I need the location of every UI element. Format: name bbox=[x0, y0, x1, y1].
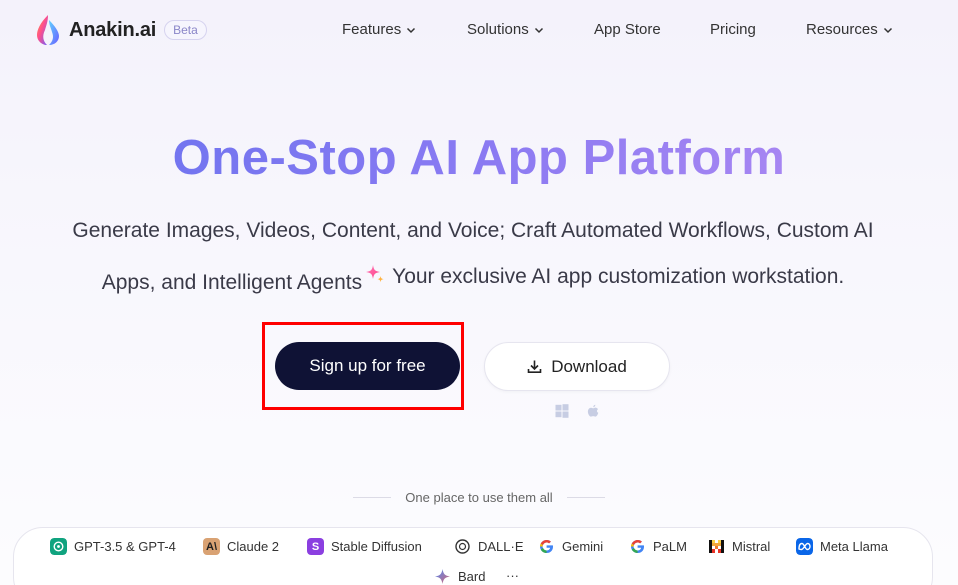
model-label: PaLM bbox=[653, 539, 687, 554]
menu-item-label: App Store bbox=[594, 21, 661, 38]
meta-icon bbox=[796, 538, 813, 555]
menu-item-features[interactable]: Features bbox=[342, 21, 416, 38]
chevron-down-icon bbox=[883, 27, 892, 33]
apple-icon[interactable] bbox=[586, 404, 600, 418]
model-item-stable-diffusion[interactable]: S Stable Diffusion bbox=[307, 538, 422, 555]
model-label: Bard bbox=[458, 569, 486, 584]
hero-title: One-Stop AI App Platform bbox=[0, 130, 958, 186]
openai-icon bbox=[50, 538, 67, 555]
more-icon: ··· bbox=[506, 568, 519, 583]
sparkle-icon bbox=[366, 265, 384, 283]
chevron-down-icon bbox=[407, 27, 416, 33]
menu-item-label: Solutions bbox=[467, 21, 529, 38]
menu-item-label: Features bbox=[342, 21, 402, 38]
model-label: DALL·E bbox=[478, 539, 524, 554]
download-label: Download bbox=[551, 356, 627, 376]
brand-name: Anakin.ai bbox=[69, 18, 157, 41]
model-item-mistral[interactable]: Mistral bbox=[708, 538, 770, 555]
hero-subtitle-line2: Apps, and Intelligent Agents Your exclus… bbox=[0, 263, 946, 294]
anthropic-icon: A\ bbox=[203, 538, 220, 555]
model-item-gemini[interactable]: Gemini bbox=[538, 538, 603, 555]
model-item-bard[interactable]: Bard bbox=[434, 568, 485, 585]
models-strip: GPT-3.5 & GPT-4 A\ Claude 2 S Stable Dif… bbox=[13, 527, 933, 585]
stable-diffusion-icon: S bbox=[307, 538, 324, 555]
signup-button[interactable]: Sign up for free bbox=[275, 342, 460, 390]
model-label: Gemini bbox=[562, 539, 604, 554]
hero-subtitle-part-a: Apps, and Intelligent Agents bbox=[101, 271, 363, 294]
model-item-gpt[interactable]: GPT-3.5 & GPT-4 bbox=[50, 538, 176, 555]
divider-line bbox=[353, 497, 392, 498]
chevron-down-icon bbox=[534, 27, 543, 33]
menu-item-label: Resources bbox=[806, 21, 878, 38]
beta-badge: Beta bbox=[164, 20, 207, 40]
more-models[interactable]: ··· bbox=[506, 568, 519, 583]
models-caption: One place to use them all bbox=[405, 490, 553, 505]
os-icons bbox=[555, 404, 617, 418]
google-icon bbox=[540, 540, 553, 553]
model-label: Stable Diffusion bbox=[331, 539, 422, 554]
google-icon bbox=[631, 540, 644, 553]
divider-line bbox=[566, 497, 605, 498]
model-item-claude[interactable]: A\ Claude 2 bbox=[203, 538, 279, 555]
menu-item-pricing[interactable]: Pricing bbox=[710, 21, 756, 38]
menu-item-resources[interactable]: Resources bbox=[806, 21, 893, 38]
menu-item-solutions[interactable]: Solutions bbox=[467, 21, 544, 38]
menu-item-label: Pricing bbox=[710, 21, 756, 38]
menu-item-app-store[interactable]: App Store bbox=[594, 21, 661, 38]
model-item-dalle[interactable]: DALL·E bbox=[454, 538, 524, 555]
hero-subtitle-part-b: Your exclusive AI app customization work… bbox=[392, 265, 845, 288]
model-label: Meta Llama bbox=[820, 539, 888, 554]
model-item-meta-llama[interactable]: Meta Llama bbox=[796, 538, 888, 555]
brand[interactable]: Anakin.ai Beta bbox=[36, 14, 207, 46]
windows-icon[interactable] bbox=[555, 404, 569, 418]
model-label: Mistral bbox=[732, 539, 771, 554]
bard-icon bbox=[435, 569, 450, 584]
hero-subtitle-line1: Generate Images, Videos, Content, and Vo… bbox=[72, 219, 874, 242]
download-button[interactable]: Download bbox=[484, 342, 670, 391]
mistral-icon bbox=[709, 540, 724, 553]
models-caption-row: One place to use them all bbox=[0, 490, 958, 505]
top-nav: Anakin.ai Beta Features Solutions App St… bbox=[0, 0, 958, 62]
model-item-palm[interactable]: PaLM bbox=[629, 538, 687, 555]
openai-icon bbox=[455, 539, 470, 554]
download-icon bbox=[527, 360, 542, 373]
model-label: GPT-3.5 & GPT-4 bbox=[74, 539, 176, 554]
anakin-logo-icon bbox=[37, 15, 59, 45]
model-label: Claude 2 bbox=[227, 539, 280, 554]
